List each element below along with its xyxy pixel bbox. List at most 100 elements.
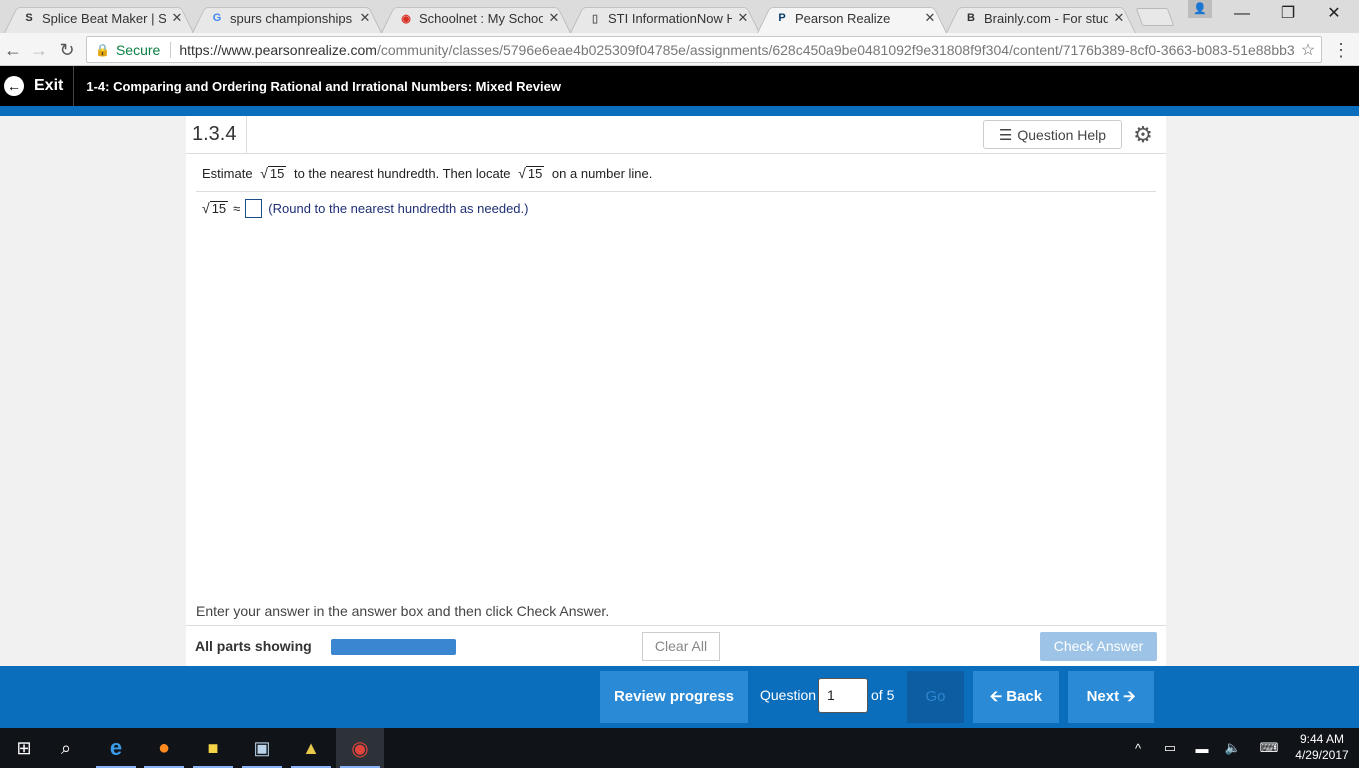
next-label: Next [1086,688,1120,705]
windows-start-icon[interactable]: ⊞ [0,728,48,768]
tab-close-icon[interactable]: ✕ [547,10,561,26]
browser-tab-title: STI InformationNow Ho [608,10,732,26]
brainly-icon: B [967,12,975,24]
question-panel: 1.3.4 ☰ Question Help ⚙ Estimate √ 15 to … [186,116,1166,666]
instruction-text: Enter your answer in the answer box and … [196,603,610,619]
new-tab-button[interactable] [1135,8,1175,26]
go-button[interactable]: Go [907,671,964,723]
reload-icon[interactable]: ↻ [54,37,80,63]
profile-icon[interactable]: 👤 [1188,0,1212,18]
question-prompt: Estimate √ 15 to the nearest hundredth. T… [202,166,652,181]
back-button[interactable]: 🡨 Back [973,671,1059,723]
edge-icon[interactable]: e [92,728,140,768]
browser-tab-title: Brainly.com - For studen [984,10,1108,26]
browser-tab[interactable]: P Pearson Realize ✕ [757,3,947,33]
prompt-text-1: Estimate [202,166,257,181]
browser-tab-strip: SSplice Beat Maker | Splic✕Gspurs champi… [0,0,1359,33]
back-arrow-icon[interactable]: ← [0,37,26,63]
bookmark-star-icon[interactable]: ☆ [1295,40,1321,60]
url-host: https://www.pearsonrealize.com [179,41,377,58]
exit-button[interactable]: ← Exit [0,66,75,106]
lock-icon: 🔒 [95,42,110,57]
radicand: 15 [209,201,229,216]
volume-icon[interactable]: 🔈 [1222,728,1244,768]
firefox-icon[interactable]: ● [140,728,188,768]
right-arrow-icon: 🡪 [1119,688,1136,705]
system-clock[interactable]: 9:44 AM 4/29/2017 [1290,731,1354,763]
secure-label: Secure [115,41,161,58]
question-help-button[interactable]: ☰ Question Help [983,120,1122,149]
app-icon-2[interactable]: ▲ [287,728,335,768]
radical-icon: √ [518,165,526,181]
tab-close-icon[interactable]: ✕ [170,10,184,26]
browser-tab[interactable]: B Brainly.com - For studen✕ [946,3,1136,33]
browser-tab[interactable]: S Splice Beat Maker | Splic✕ [4,3,194,33]
tab-close-icon[interactable]: ✕ [736,10,750,26]
browser-tab-title: Splice Beat Maker | Splic [42,10,166,26]
app-header: ← Exit 1-4: Comparing and Ordering Ratio… [0,66,1359,106]
tab-close-icon[interactable]: ✕ [358,10,372,26]
radicand: 15 [267,166,287,181]
browser-tab[interactable]: ▯ STI InformationNow Ho ✕ [570,3,760,33]
keyboard-icon[interactable]: ⌨ [1254,728,1284,768]
assignment-title: 1-4: Comparing and Ordering Rational and… [86,78,561,94]
list-icon: ☰ [998,126,1013,144]
header-accent-bar [0,106,1359,116]
prompt-text-3: on a number line. [548,166,653,181]
clock-date: 4/29/2017 [1295,748,1349,762]
document-icon: ▯ [591,12,599,25]
browser-tab[interactable]: Gspurs championships - G✕ [192,3,382,33]
schoolnet-icon: ◉ [401,12,411,25]
tab-close-icon[interactable]: ✕ [923,10,937,26]
windows-taskbar: ⊞ ⌕ e ● ■ ▣ ▲ ◉ ^ ▭ ▬ 🔈 ⌨ 9:44 AM 4/29/2… [0,728,1359,768]
browser-toolbar: ← → ↻ 🔒 Secure https://www.pearsonrealiz… [0,33,1359,66]
tab-close-icon[interactable]: ✕ [1112,10,1126,26]
minimize-icon[interactable]: — [1219,0,1265,28]
answer-input[interactable] [245,199,263,218]
search-icon[interactable]: ⌕ [42,728,90,768]
address-bar[interactable]: 🔒 Secure https://www.pearsonrealize.com/… [86,36,1322,63]
header-divider [186,153,1166,154]
battery-icon[interactable]: ▬ [1190,728,1214,768]
sticky-notes-icon[interactable]: ■ [189,728,237,768]
app-icon[interactable]: ▣ [238,728,286,768]
clock-time: 9:44 AM [1299,732,1345,746]
sqrt-expression: √ 15 [202,201,229,216]
clear-all-button[interactable]: Clear All [642,632,720,661]
browser-tab[interactable]: ◉ Schoolnet : My Schooln ✕ [381,3,571,33]
rounding-hint: (Round to the nearest hundredth as neede… [268,201,529,216]
browser-menu-icon[interactable]: ⋮ [1330,37,1352,63]
question-number: 1.3.4 [186,116,247,153]
next-button[interactable]: Next 🡪 [1068,671,1154,723]
sqrt-expression: √ 15 [260,166,287,181]
browser-tab-title: Pearson Realize [795,10,891,26]
parts-progress-bar [331,639,456,655]
question-help-label: Question Help [1017,126,1107,143]
all-parts-label: All parts showing [195,638,312,654]
question-label: Question [760,687,817,703]
approx-symbol: ≈ [233,201,241,216]
check-answer-button[interactable]: Check Answer [1040,632,1157,661]
google-icon: G [212,12,222,24]
maximize-icon[interactable]: ❐ [1265,0,1311,28]
url-text[interactable]: https://www.pearsonrealize.com/community… [179,42,1295,58]
question-total: of 5 [871,687,895,703]
review-progress-button[interactable]: Review progress [600,671,748,723]
exit-label: Exit [34,77,64,94]
chevron-up-icon[interactable]: ^ [1128,728,1148,768]
question-number-input[interactable]: 1 [818,678,868,713]
gear-icon[interactable]: ⚙ [1129,121,1157,149]
browser-tab-title: spurs championships - G [230,10,354,26]
sqrt-expression: √ 15 [518,165,545,181]
pearson-icon: P [778,12,786,24]
browser-tab-title: Schoolnet : My Schooln [419,10,543,26]
progress-fill [331,639,456,655]
window-close-icon[interactable]: ✕ [1311,0,1357,28]
chrome-icon[interactable]: ◉ [336,728,384,768]
network-icon[interactable]: ▭ [1158,728,1182,768]
left-arrow-icon: 🡨 [989,688,1007,705]
forward-arrow-icon[interactable]: → [26,37,52,63]
back-label: Back [1006,688,1043,705]
answer-row: √ 15 ≈ (Round to the nearest hundredth as… [202,199,528,218]
bottom-divider [186,625,1166,626]
